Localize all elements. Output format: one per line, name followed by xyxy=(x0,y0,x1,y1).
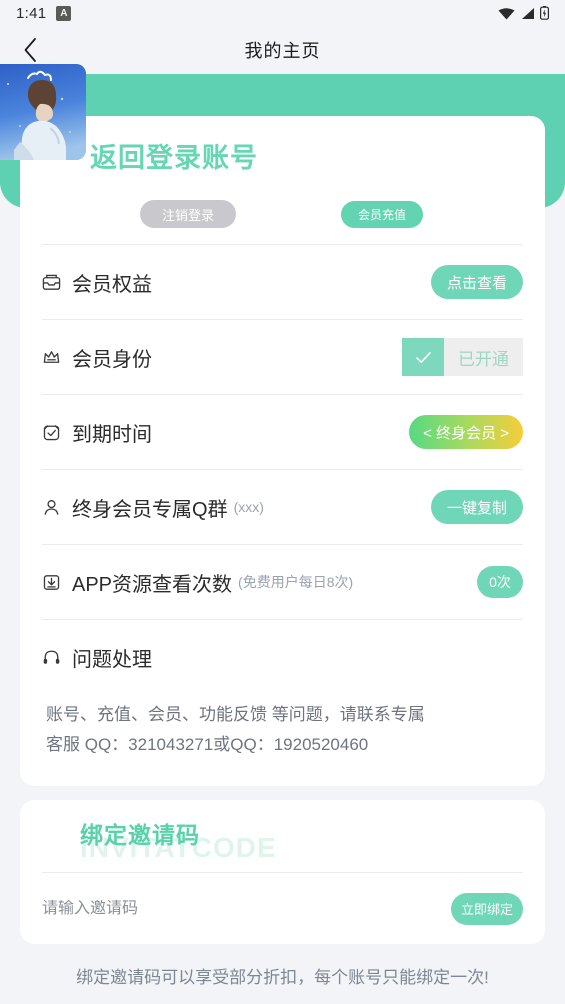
row-sublabel: (xxx) xyxy=(233,499,264,515)
row-member-benefits[interactable]: 会员权益 点击查看 xyxy=(42,244,523,319)
status-time: 1:41 xyxy=(16,4,47,22)
invite-header: INVITATCODE 绑定邀请码 xyxy=(42,800,523,872)
row-label: 会员权益 xyxy=(72,273,152,296)
headphones-icon xyxy=(42,648,72,667)
inbox-icon xyxy=(42,273,72,292)
wifi-icon xyxy=(498,7,515,19)
status-bar: 1:41 A xyxy=(0,0,565,26)
alarm-clock-icon xyxy=(42,423,72,442)
status-bar-left: 1:41 A xyxy=(16,4,72,22)
invite-footer-note: 绑定邀请码可以享受部分折扣，每个账号只能绑定一次! xyxy=(76,968,489,987)
invite-code-card: INVITATCODE 绑定邀请码 立即绑定 xyxy=(20,800,545,944)
invite-code-input[interactable] xyxy=(42,899,451,918)
username-label: 返回登录账号 xyxy=(90,143,258,173)
recharge-button[interactable]: 会员充值 xyxy=(341,200,423,228)
row-expiry-time[interactable]: 到期时间 < 终身会员 > xyxy=(42,394,523,469)
profile-card: 返回登录账号 注销登录 会员充值 会员权益 点击查看 会员身份 已开通 到期时间… xyxy=(0,64,545,786)
lifetime-member-badge[interactable]: < 终身会员 > xyxy=(409,415,523,449)
support-line-1: 账号、充值、会员、功能反馈 等问题，请联系专属 xyxy=(46,705,425,724)
nav-bar: 我的主页 xyxy=(0,26,565,74)
check-icon xyxy=(402,338,444,376)
support-line-2: 客服 QQ：321043271或QQ：1920520460 xyxy=(46,735,369,754)
view-count-badge[interactable]: 0次 xyxy=(477,566,523,598)
app-notification-icon: A xyxy=(56,5,72,21)
avatar[interactable] xyxy=(0,64,86,160)
row-resource-views[interactable]: APP资源查看次数 (免费用户每日8次) 0次 xyxy=(42,544,523,619)
profile-header: 返回登录账号 xyxy=(0,64,523,196)
signal-icon xyxy=(522,7,534,19)
copy-qq-group-button[interactable]: 一键复制 xyxy=(430,490,523,524)
row-label: APP资源查看次数 xyxy=(72,573,233,596)
row-sublabel: (免费用户每日8次) xyxy=(238,574,354,590)
chevron-left-icon xyxy=(24,38,36,62)
invite-input-row: 立即绑定 xyxy=(42,872,523,944)
invite-title: 绑定邀请码 xyxy=(80,822,200,848)
row-label: 终身会员专属Q群 xyxy=(72,498,228,521)
view-benefits-button[interactable]: 点击查看 xyxy=(430,265,523,299)
download-icon xyxy=(42,573,72,592)
status-badge: 已开通 xyxy=(402,338,523,376)
row-qq-group[interactable]: 终身会员专属Q群 (xxx) 一键复制 xyxy=(42,469,523,544)
status-badge-label: 已开通 xyxy=(444,338,523,376)
profile-actions: 注销登录 会员充值 xyxy=(42,196,523,244)
row-label: 到期时间 xyxy=(72,423,152,446)
row-member-status[interactable]: 会员身份 已开通 xyxy=(42,319,523,394)
status-bar-right xyxy=(498,6,549,20)
support-text: 账号、充值、会员、功能反馈 等问题，请联系专属 客服 QQ：321043271或… xyxy=(42,694,523,772)
user-icon xyxy=(42,498,72,517)
bind-invite-button[interactable]: 立即绑定 xyxy=(451,892,523,925)
page-title: 我的主页 xyxy=(244,41,321,61)
avatar-illustration-icon xyxy=(0,64,86,160)
row-label: 问题处理 xyxy=(72,648,152,671)
logout-button[interactable]: 注销登录 xyxy=(140,200,236,228)
app-screen: 1:41 A 我的主页 返回登录账号 注销登录 会员充值 会员权益 点击查看 会… xyxy=(0,0,565,1004)
battery-icon xyxy=(540,6,549,20)
row-label: 会员身份 xyxy=(72,348,152,371)
row-support[interactable]: 问题处理 xyxy=(42,619,523,694)
crown-icon xyxy=(42,348,72,367)
